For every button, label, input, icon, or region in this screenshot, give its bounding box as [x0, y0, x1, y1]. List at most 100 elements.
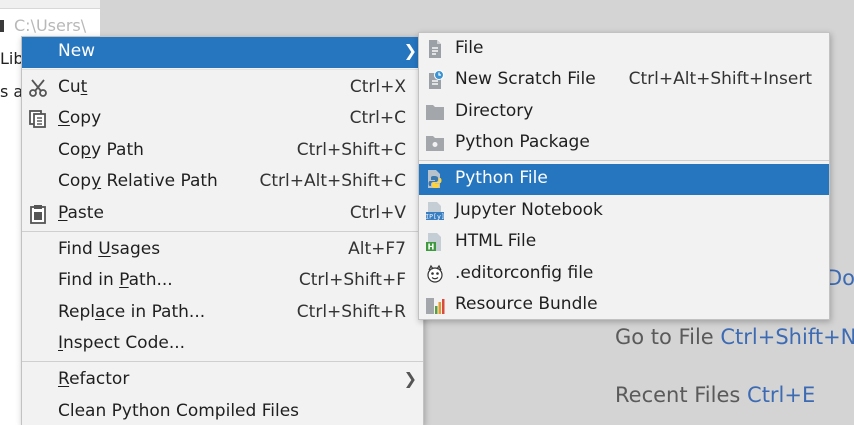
menu-item-paste-shortcut: Ctrl+V [349, 203, 406, 223]
hint-do: Do [826, 266, 854, 290]
submenu-item-python-package[interactable]: Python Package [419, 128, 829, 159]
submenu-item-new-scratch-file[interactable]: New Scratch File Ctrl+Alt+Shift+Insert [419, 65, 829, 96]
editorconfig-icon [425, 264, 445, 284]
copy-icon [28, 109, 48, 129]
menu-item-clean-python-compiled-files[interactable]: Clean Python Compiled Files [22, 397, 423, 425]
scissors-icon [28, 78, 48, 98]
menu-item-new-label: New [58, 41, 96, 61]
cut-label-pre: Cu [58, 77, 81, 97]
find-usages-label-mnemonic: U [98, 239, 111, 259]
submenu-item-file-label: File [455, 38, 484, 58]
submenu-item-html-file[interactable]: H HTML File [419, 227, 829, 258]
folder-icon [425, 102, 445, 122]
submenu-item-python-file[interactable]: Python File [419, 164, 829, 195]
menu-item-find-usages-label: Find Usages [58, 239, 160, 259]
menu-item-cut-shortcut: Ctrl+X [349, 77, 406, 97]
copy-path-label-post: y Path [91, 140, 144, 160]
submenu-item-file[interactable]: File [419, 34, 829, 65]
submenu-item-new-scratch-file-shortcut: Ctrl+Alt+Shift+Insert [628, 69, 812, 89]
hint-recent-files-key: Ctrl+E [747, 383, 816, 407]
resource-bundle-icon [425, 295, 445, 315]
find-usages-label-pre: Find [58, 239, 99, 259]
menu-item-replace-in-path-shortcut: Ctrl+Shift+R [296, 302, 406, 322]
menu-item-copy-path-shortcut: Ctrl+Shift+C [296, 140, 406, 160]
clipboard-icon [28, 204, 48, 224]
menu-item-clean-python-compiled-files-label: Clean Python Compiled Files [58, 401, 300, 421]
menu-item-find-usages[interactable]: Find Usages Alt+F7 [22, 235, 423, 266]
menu-item-find-in-path-label: Find in Path... [58, 270, 173, 290]
submenu-item-jupyter-notebook[interactable]: IP[y] Jupyter Notebook [419, 196, 829, 227]
refactor-label-mnemonic: R [58, 369, 70, 389]
copy-path-label-mnemonic: p [80, 140, 92, 160]
menu-item-refactor-label: Refactor [58, 369, 129, 389]
submenu-item-new-scratch-file-label: New Scratch File [455, 69, 596, 89]
menu-separator [22, 361, 423, 362]
svg-text:H: H [428, 243, 435, 252]
hint-do-key: Do [826, 266, 854, 290]
hint-go-to-file-label: Go to File [615, 325, 714, 349]
menu-item-replace-in-path[interactable]: Replace in Path... Ctrl+Shift+R [22, 298, 423, 329]
find-in-path-label-pre: Find in [58, 270, 120, 290]
tab-strip [0, 0, 100, 9]
project-path-label: C:\Users\ [14, 16, 87, 35]
hint-recent-files: Recent Files Ctrl+E [615, 383, 815, 407]
python-logo-icon [425, 169, 445, 189]
jupyter-icon: IP[y] [425, 201, 445, 221]
refactor-label-post: efactor [69, 369, 130, 389]
menu-item-find-in-path[interactable]: Find in Path... Ctrl+Shift+F [22, 266, 423, 297]
copy-relative-path-label-mnemonic: y [91, 171, 102, 191]
menu-item-paste[interactable]: Paste Ctrl+V [22, 199, 423, 230]
tree-fragment-2: s a [0, 82, 24, 101]
menu-item-copy-path-label: Copy Path [58, 140, 144, 160]
hint-go-to-file-key: Ctrl+Shift+N [720, 325, 854, 349]
html-icon: H [425, 232, 445, 252]
menu-item-refactor[interactable]: Refactor ❯ [22, 365, 423, 396]
chevron-right-icon: ❯ [403, 41, 417, 60]
copy-relative-path-label-pre: Cop [58, 171, 92, 191]
submenu-item-editorconfig-file-label: .editorconfig file [455, 263, 594, 283]
find-in-path-label-mnemonic: P [119, 270, 129, 290]
copy-label-post: opy [69, 108, 102, 128]
paste-label-post: aste [67, 203, 104, 223]
submenu-item-directory[interactable]: Directory [419, 97, 829, 128]
menu-item-inspect-code[interactable]: Inspect Code... [22, 329, 423, 360]
submenu-item-html-file-label: HTML File [455, 231, 537, 251]
menu-item-replace-in-path-label: Replace in Path... [58, 302, 205, 322]
submenu-item-python-package-label: Python Package [455, 132, 590, 152]
copy-label-mnemonic: C [58, 108, 70, 128]
scratch-file-icon [425, 70, 445, 90]
replace-in-path-label-pre: Repl [58, 302, 96, 322]
menu-item-copy-relative-path-label: Copy Relative Path [58, 171, 218, 191]
menu-item-copy-relative-path[interactable]: Copy Relative Path Ctrl+Alt+Shift+C [22, 167, 423, 198]
menu-item-find-usages-shortcut: Alt+F7 [348, 239, 406, 259]
copy-path-label-pre: Co [58, 140, 81, 160]
submenu-item-jupyter-notebook-label: Jupyter Notebook [455, 200, 603, 220]
submenu-item-resource-bundle-label: Resource Bundle [455, 294, 598, 314]
menu-item-copy-relative-path-shortcut: Ctrl+Alt+Shift+C [259, 171, 406, 191]
menu-item-copy-label: Copy [58, 108, 101, 128]
find-in-path-label-post: ath... [128, 270, 173, 290]
file-icon [425, 39, 445, 59]
svg-text:IP[y]: IP[y] [425, 213, 445, 221]
hint-go-to-file: Go to File Ctrl+Shift+N [615, 325, 854, 349]
submenu-separator [419, 160, 829, 161]
menu-item-cut[interactable]: Cut Ctrl+X [22, 73, 423, 104]
tree-fragment-1: Lib [0, 49, 24, 68]
menu-item-new[interactable]: New ❯ [22, 37, 423, 68]
new-submenu: File New Scratch File Ctrl+Alt+Shift+Ins… [418, 32, 830, 320]
menu-item-copy-shortcut: Ctrl+C [349, 108, 406, 128]
submenu-item-python-file-label: Python File [455, 168, 548, 188]
paste-label-mnemonic: P [58, 203, 68, 223]
submenu-item-resource-bundle[interactable]: Resource Bundle [419, 290, 829, 321]
submenu-item-directory-label: Directory [455, 101, 534, 121]
copy-relative-path-label-post: Relative Path [101, 171, 218, 191]
find-usages-label-post: sages [110, 239, 161, 259]
context-menu: New ❯ Cut Ctrl+X Copy Ctrl+C Copy Path C… [21, 36, 424, 425]
hint-recent-files-label: Recent Files [615, 383, 741, 407]
menu-separator [22, 231, 423, 232]
menu-item-copy[interactable]: Copy Ctrl+C [22, 104, 423, 135]
replace-in-path-label-post: ce in Path... [105, 302, 206, 322]
submenu-item-editorconfig-file[interactable]: .editorconfig file [419, 259, 829, 290]
replace-in-path-label-mnemonic: a [95, 302, 106, 322]
menu-item-copy-path[interactable]: Copy Path Ctrl+Shift+C [22, 136, 423, 167]
